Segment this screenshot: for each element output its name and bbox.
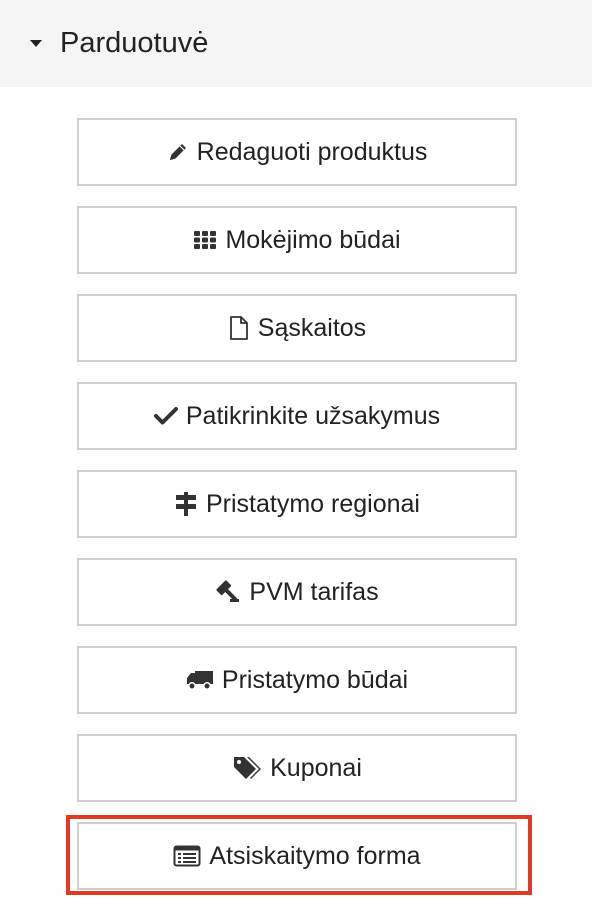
menu-item-label: Kuponai (270, 753, 362, 782)
menu-item-label: Redaguoti produktus (196, 137, 428, 166)
menu-item-label: Mokėjimo būdai (225, 225, 401, 254)
section-title: Parduotuvė (60, 27, 209, 59)
section-header-toggle[interactable]: Parduotuvė (0, 0, 592, 87)
signpost-icon (174, 491, 198, 517)
shop-menu: Redaguoti produktus Mokėjimo būdai Sąska… (77, 118, 517, 910)
menu-item-label: Atsiskaitymo forma (209, 841, 421, 870)
payment-methods-button[interactable]: Mokėjimo būdai (77, 206, 517, 274)
gavel-icon (215, 579, 241, 605)
list-alt-icon (173, 845, 201, 867)
grid-icon (193, 230, 217, 250)
menu-item-label: Pristatymo regionai (206, 489, 420, 518)
invoices-button[interactable]: Sąskaitos (77, 294, 517, 362)
pencil-icon (167, 141, 189, 163)
edit-products-button[interactable]: Redaguoti produktus (77, 118, 517, 186)
caret-down-icon (30, 40, 42, 47)
tags-icon (232, 755, 262, 781)
menu-item-label: Sąskaitos (257, 313, 367, 342)
checkmark-icon (153, 406, 178, 426)
menu-item-label: Patikrinkite užsakymus (185, 401, 441, 430)
checkout-form-button[interactable]: Atsiskaitymo forma (77, 822, 517, 890)
shipping-methods-button[interactable]: Pristatymo būdai (77, 646, 517, 714)
menu-item-label: Pristatymo būdai (221, 665, 409, 694)
vat-rate-button[interactable]: PVM tarifas (77, 558, 517, 626)
menu-item-label: PVM tarifas (249, 577, 379, 606)
document-icon (228, 315, 250, 341)
coupons-button[interactable]: Kuponai (77, 734, 517, 802)
shipping-regions-button[interactable]: Pristatymo regionai (77, 470, 517, 538)
truck-icon (186, 669, 214, 691)
check-orders-button[interactable]: Patikrinkite užsakymus (77, 382, 517, 450)
